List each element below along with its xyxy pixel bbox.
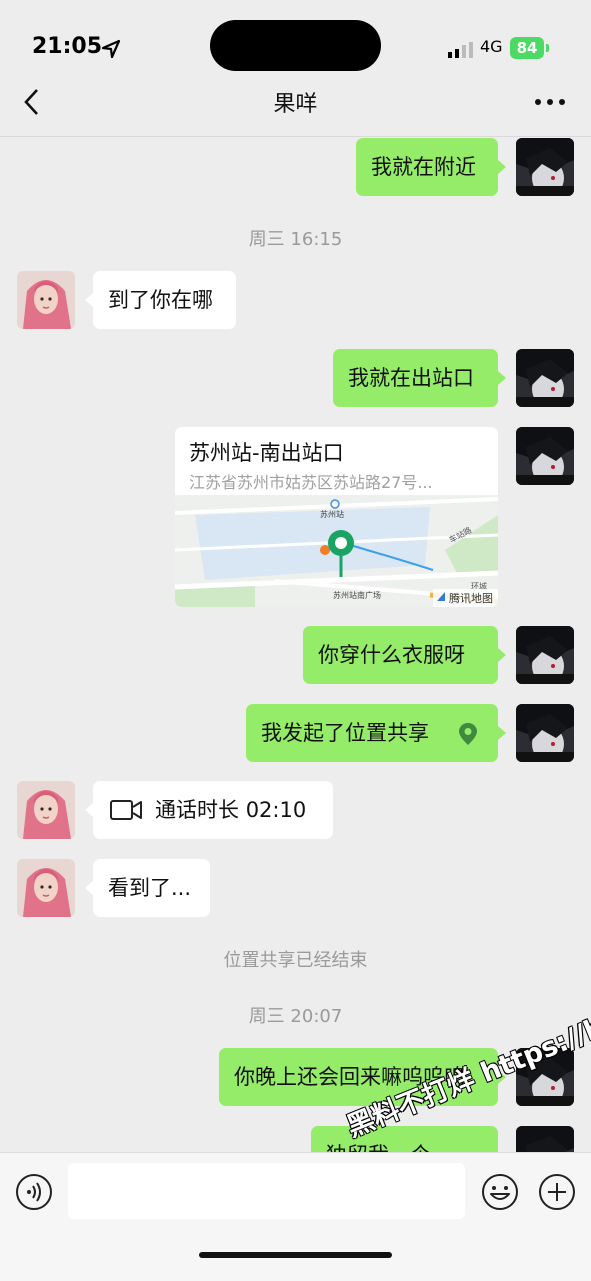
- message-input[interactable]: [68, 1163, 465, 1219]
- location-map-preview: 苏州站 苏州站南广场 车站路 环城 腾讯地图: [175, 495, 498, 607]
- message-text: 我就在附近: [371, 155, 476, 179]
- my-avatar[interactable]: [516, 626, 574, 684]
- timestamp-separator: 周三 20:07: [248, 1006, 343, 1027]
- signal-icon: [448, 42, 473, 58]
- bubble-tail: [498, 648, 506, 662]
- message-text: 我就在出站口: [348, 366, 474, 390]
- call-duration: 02:10: [245, 798, 307, 822]
- message-text: 看到了...: [108, 876, 192, 900]
- my-avatar[interactable]: [516, 704, 574, 762]
- dynamic-island: [210, 20, 381, 71]
- bubble-tail: [85, 293, 93, 307]
- home-indicator: [199, 1252, 392, 1258]
- my-avatar[interactable]: [516, 138, 574, 196]
- system-notice: 位置共享已经结束: [223, 950, 368, 971]
- message-text: 到了你在哪: [108, 288, 213, 312]
- timestamp-separator: 周三 16:15: [248, 229, 343, 250]
- bubble-tail: [498, 371, 506, 385]
- their-message-bubble[interactable]: 看到了...: [93, 859, 210, 917]
- video-call-icon: [110, 800, 142, 820]
- message-text: 我发起了位置共享: [261, 721, 429, 745]
- map-station-label: 苏州站: [320, 509, 344, 519]
- chat-title: 果咩: [273, 92, 318, 117]
- emoji-icon[interactable]: [481, 1173, 519, 1211]
- call-label: 通话时长: [155, 798, 239, 822]
- location-pin-icon: [459, 723, 477, 745]
- bubble-tail: [498, 726, 506, 740]
- my-message-bubble[interactable]: 我就在附近: [356, 138, 498, 196]
- battery-level: 84: [510, 37, 544, 59]
- location-message-card[interactable]: 苏州站-南出站口 江苏省苏州市姑苏区苏站路27号... 苏州站 苏州站南广场 车…: [175, 427, 498, 607]
- my-avatar[interactable]: [516, 349, 574, 407]
- voice-input-icon[interactable]: [15, 1173, 53, 1211]
- nav-divider: [0, 136, 591, 137]
- location-title: 苏州站-南出站口: [189, 441, 344, 465]
- more-icon[interactable]: [534, 98, 566, 106]
- my-avatar[interactable]: [516, 427, 574, 485]
- location-address: 江苏省苏州市姑苏区苏站路27号...: [189, 473, 433, 492]
- add-more-icon[interactable]: [538, 1173, 576, 1211]
- bubble-tail: [85, 803, 93, 817]
- my-message-bubble[interactable]: 我就在出站口: [333, 349, 498, 407]
- their-message-bubble[interactable]: 到了你在哪: [93, 271, 236, 329]
- my-message-bubble[interactable]: 你穿什么衣服呀: [303, 626, 498, 684]
- status-time: 21:05: [32, 34, 103, 59]
- map-provider-label: 腾讯地图: [449, 591, 493, 605]
- message-text: 你穿什么衣服呀: [318, 643, 465, 667]
- battery-tip: [546, 44, 549, 52]
- bubble-tail: [85, 881, 93, 895]
- video-call-bubble[interactable]: 通话时长 02:10: [93, 781, 333, 839]
- map-plaza-label: 苏州站南广场: [333, 590, 381, 600]
- bubble-tail: [498, 160, 506, 174]
- contact-avatar[interactable]: [17, 271, 75, 329]
- location-share-bubble[interactable]: 我发起了位置共享: [246, 704, 498, 762]
- contact-avatar[interactable]: [17, 859, 75, 917]
- contact-avatar[interactable]: [17, 781, 75, 839]
- location-arrow-icon: [101, 39, 121, 59]
- network-type: 4G: [480, 37, 503, 56]
